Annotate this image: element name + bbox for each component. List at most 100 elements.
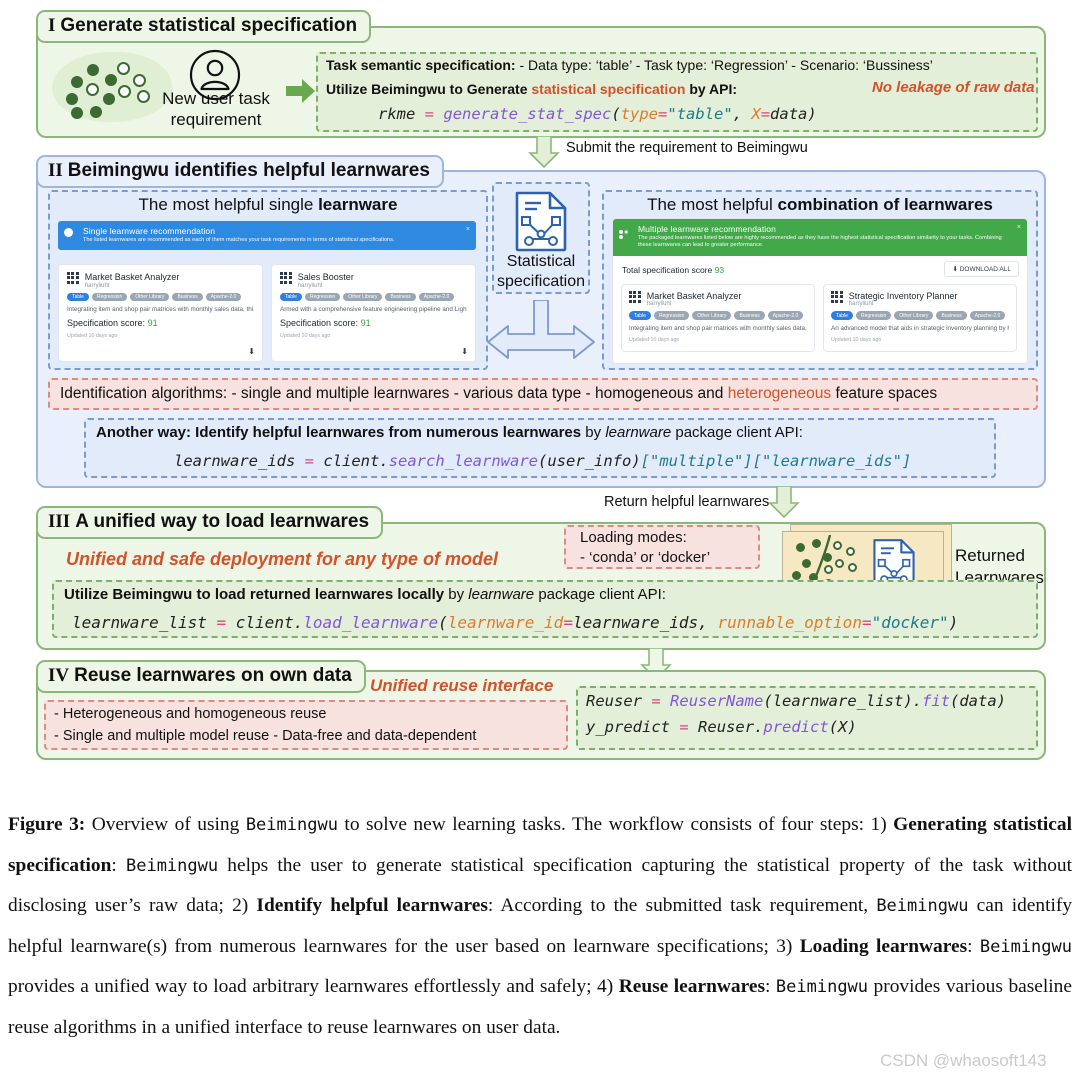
- tag-table: Table: [831, 311, 853, 321]
- new-user-task-label: New user task requirement: [162, 89, 270, 129]
- banner-close-icon[interactable]: ×: [466, 226, 470, 233]
- learnware-name: Strategic Inventory Planner: [848, 290, 958, 301]
- learnware-author: harryliuht: [646, 301, 672, 308]
- tag-license: Apache-2.0: [418, 292, 455, 302]
- tag-other-library: Other Library: [343, 292, 383, 302]
- step4-code-line2: y_predict = Reuser.predict(X): [586, 718, 857, 736]
- learnware-tags: Table Regression Other Library Business …: [67, 292, 254, 302]
- step1-code: rkme = generate_stat_spec(type="table", …: [378, 105, 817, 123]
- arrow-down-submit-icon: [528, 136, 560, 168]
- learnware-grid-icon: [67, 272, 79, 284]
- learnware-desc: Integrating item and shop pair matrices …: [629, 325, 807, 333]
- tag-regression: Regression: [304, 292, 341, 302]
- learnware-grid-icon: [280, 272, 292, 284]
- learnware-author: harryliuht: [848, 301, 874, 308]
- learnware-tags: Table Regression Other Library Business …: [831, 311, 1009, 321]
- step3-title: III A unified way to load learnwares: [36, 506, 384, 539]
- tag-table: Table: [67, 292, 89, 302]
- tag-table: Table: [629, 311, 651, 321]
- multiple-items-icon: [619, 226, 628, 239]
- tag-other-library: Other Library: [130, 292, 170, 302]
- learnware-updated: Updated 10 days ago: [67, 333, 118, 340]
- identification-algorithms-text: Identification algorithms: - single and …: [60, 385, 938, 402]
- learnware-desc: Integrating item and shop pair matrices …: [67, 306, 254, 314]
- load-learnware-text: Utilize Beimingwu to load returned learn…: [64, 586, 666, 603]
- submit-arrow-label: Submit the requirement to Beimingwu: [566, 140, 808, 156]
- no-leakage-note: No leakage of raw data: [872, 79, 1035, 96]
- download-icon[interactable]: ⬇: [461, 347, 468, 356]
- learnware-updated: Updated 10 days ago: [280, 333, 331, 340]
- banner-title: Multiple learnware recommendation: [638, 224, 776, 234]
- total-score-label: Total specification score: [622, 264, 713, 275]
- tag-regression: Regression: [653, 311, 690, 321]
- tag-license: Apache-2.0: [767, 311, 804, 321]
- single-dot-icon: [64, 228, 73, 237]
- learnware-card[interactable]: Sales Booster harryliuht Table Regressio…: [271, 264, 476, 362]
- watermark: CSDN @whaosoft143: [880, 1051, 1047, 1070]
- learnware-tags: Table Regression Other Library Business …: [629, 311, 807, 321]
- learnware-grid-icon: [831, 290, 843, 303]
- step3-numeral: III: [48, 511, 71, 532]
- total-score-value: 93: [714, 264, 725, 275]
- tag-business: Business: [734, 311, 765, 321]
- download-all-button[interactable]: ⬇ DOWNLOAD ALL: [944, 260, 1019, 277]
- tag-other-library: Other Library: [894, 311, 934, 321]
- banner-title: Single learnware recommendation: [83, 226, 216, 236]
- learnware-desc: An advanced model that aids in strategic…: [831, 325, 1009, 333]
- learnware-card[interactable]: Strategic Inventory Planner harryliuht T…: [823, 283, 1017, 352]
- download-icon[interactable]: ⬇: [248, 347, 255, 356]
- learnware-name: Sales Booster: [297, 272, 354, 282]
- learnware-card[interactable]: Market Basket Analyzer harryliuht Table …: [621, 283, 815, 352]
- another-way-code: learnware_ids = client.search_learnware(…: [174, 452, 912, 470]
- learnware-name: Market Basket Analyzer: [646, 290, 742, 301]
- step4-code-line1: Reuser = ReuserName(learnware_list).fit(…: [586, 692, 1006, 710]
- tag-table: Table: [280, 292, 302, 302]
- double-arrow-icon: [487, 300, 595, 359]
- step2-title: II Beimingwu identifies helpful learnware…: [36, 155, 444, 188]
- tag-business: Business: [936, 311, 967, 321]
- banner-desc: The packaged learnwares listed below are…: [638, 235, 1002, 249]
- tag-regression: Regression: [855, 311, 892, 321]
- step4-title: IV Reuse learnwares on own data: [36, 660, 366, 693]
- figure-diagram: I Generate statistical specification New …: [0, 0, 1080, 800]
- step1-numeral: I: [48, 15, 56, 36]
- step4-numeral: IV: [48, 665, 70, 686]
- learnware-tags: Table Regression Other Library Business …: [280, 292, 467, 302]
- learnware-desc: Armed with a comprehensive feature engin…: [280, 306, 467, 314]
- learnware-grid-icon: [629, 290, 641, 303]
- step2-numeral: II: [48, 160, 63, 181]
- learnware-score: Specification score: 91: [280, 318, 371, 329]
- tag-regression: Regression: [91, 292, 128, 302]
- combination-heading: The most helpful combination of learnwar…: [647, 195, 993, 214]
- utilize-generate-line: Utilize Beimingwu to Generate statistica…: [326, 81, 738, 97]
- step3-tagline: Unified and safe deployment for any type…: [66, 549, 499, 569]
- arrow-right-icon: [286, 79, 315, 103]
- step4-tagline: Unified reuse interface: [370, 676, 554, 695]
- statistical-specification-label: Statistical specification: [496, 253, 586, 290]
- learnware-updated: Updated 10 days ago: [831, 337, 882, 344]
- step3-code: learnware_list = client.load_learnware(l…: [72, 613, 959, 632]
- single-recommendation-banner: Single learnware recommendation The list…: [58, 221, 476, 251]
- learnware-author: harryliuht: [297, 282, 323, 289]
- learnware-card[interactable]: Market Basket Analyzer harryliuht Table …: [58, 264, 263, 362]
- learnware-score: Specification score: 91: [67, 318, 158, 329]
- another-way-text: Another way: Identify helpful learnwares…: [96, 424, 803, 441]
- return-arrow-label: Return helpful learnwares: [604, 494, 770, 510]
- single-learnware-heading: The most helpful single learnware: [138, 195, 398, 214]
- specification-document-icon: [515, 191, 567, 252]
- tag-business: Business: [385, 292, 416, 302]
- tag-license: Apache-2.0: [205, 292, 242, 302]
- tag-license: Apache-2.0: [969, 311, 1006, 321]
- banner-desc: The listed learnwares are recommended as…: [83, 237, 395, 243]
- reuse-features-text: - Heterogeneous and homogeneous reuse - …: [54, 706, 477, 744]
- arrow-down-return-icon: [768, 486, 800, 518]
- tag-business: Business: [172, 292, 203, 302]
- banner-close-icon[interactable]: ×: [1017, 224, 1021, 231]
- learnware-updated: Updated 10 days ago: [629, 337, 680, 344]
- multiple-recommendation-panel: Multiple learnware recommendation The pa…: [612, 218, 1028, 364]
- caption-figure-number: Figure 3:: [8, 814, 86, 835]
- learnware-author: harryliuht: [84, 282, 110, 289]
- task-semantic-line: Task semantic specification: - Data type…: [326, 57, 933, 73]
- loading-modes-text: Loading modes: - ‘conda’ or ‘docker’: [580, 529, 711, 566]
- step1-title: I Generate statistical specification: [36, 10, 372, 43]
